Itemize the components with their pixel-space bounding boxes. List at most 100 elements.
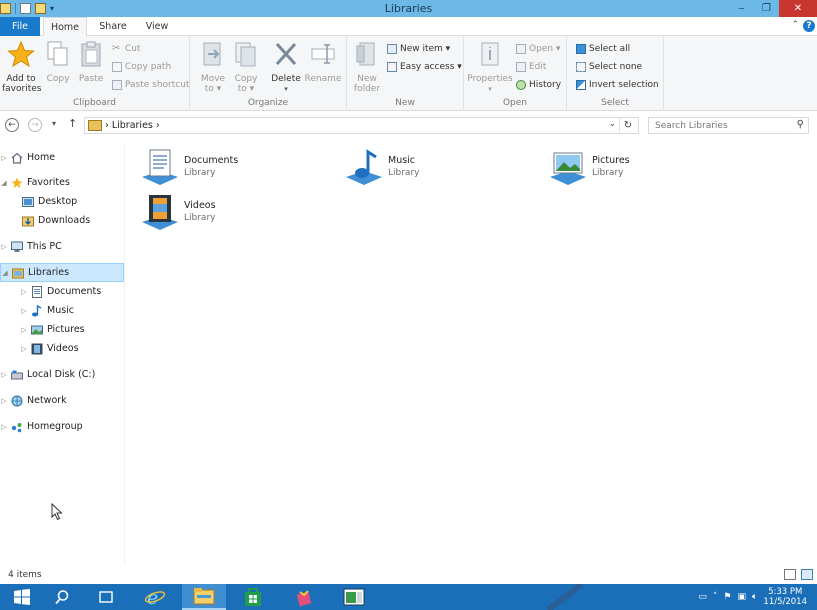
- new-folder-label-2: folder: [353, 84, 381, 94]
- library-tile-videos[interactable]: Videos Library: [128, 192, 328, 234]
- clock[interactable]: 5:33 PM 11/5/2014: [763, 587, 807, 607]
- expand-icon[interactable]: ▷: [0, 154, 8, 162]
- up-button[interactable]: ↑: [68, 117, 77, 130]
- new-folder-button[interactable]: New folder: [351, 40, 383, 94]
- nav-item-this-pc[interactable]: ▷ This PC: [0, 237, 124, 256]
- properties-button[interactable]: Properties ▾: [466, 40, 514, 94]
- address-history-dropdown[interactable]: ⌄: [608, 119, 616, 129]
- expand-icon[interactable]: ▷: [0, 371, 8, 379]
- taskbar-app-window[interactable]: [332, 584, 376, 610]
- nav-item-videos[interactable]: ▷ Videos: [0, 339, 124, 358]
- show-hidden-icons-chevron[interactable]: ˄: [713, 592, 718, 602]
- expand-icon[interactable]: ▷: [20, 307, 28, 315]
- help-icon[interactable]: ?: [803, 20, 815, 32]
- open-button[interactable]: Open ▾: [516, 42, 560, 56]
- address-bar[interactable]: › Libraries › ⌄ ↻: [84, 117, 639, 134]
- taskbar-app-gift[interactable]: [282, 584, 326, 610]
- nav-item-desktop[interactable]: Desktop: [0, 192, 124, 211]
- edit-label: Edit: [529, 62, 547, 72]
- start-button[interactable]: [0, 584, 44, 610]
- nav-label-this-pc: This PC: [27, 241, 62, 252]
- copy-button[interactable]: Copy: [43, 40, 73, 84]
- tab-view[interactable]: View: [137, 17, 177, 36]
- expand-icon[interactable]: ▷: [20, 288, 28, 296]
- clipboard-group: Add to favorites Copy Paste ✂ Cut Copy p…: [0, 36, 190, 111]
- search-icon[interactable]: ⚲: [797, 119, 804, 130]
- volume-icon[interactable]: 🔈︎: [752, 592, 757, 602]
- paste-button[interactable]: Paste: [76, 40, 106, 84]
- tab-share[interactable]: Share: [92, 17, 134, 36]
- navigation-pane: ▷ Home ◢ Favorites Desktop Downloads ▷ T…: [0, 145, 125, 565]
- search-box[interactable]: ⚲: [648, 117, 809, 134]
- maximize-button[interactable]: ❐: [754, 0, 779, 17]
- library-tile-music[interactable]: Music Library: [332, 147, 532, 189]
- collapse-icon[interactable]: ◢: [0, 179, 8, 187]
- library-tile-documents[interactable]: Documents Library: [128, 147, 328, 189]
- add-to-favorites-button[interactable]: Add to favorites: [2, 40, 41, 94]
- move-to-button[interactable]: Move to ▾: [198, 40, 228, 94]
- forward-button[interactable]: →: [28, 118, 42, 132]
- nav-item-local-disk[interactable]: ▷ Local Disk (C:): [0, 365, 124, 384]
- nav-item-documents[interactable]: ▷ Documents: [0, 282, 124, 301]
- nav-item-pictures[interactable]: ▷ Pictures: [0, 320, 124, 339]
- copy-to-button[interactable]: Copy to ▾: [231, 40, 261, 94]
- breadcrumb-libraries[interactable]: Libraries: [112, 120, 153, 131]
- keyboard-icon[interactable]: ▭: [698, 592, 707, 602]
- collapse-icon[interactable]: ◢: [1, 269, 9, 277]
- taskbar-internet-explorer[interactable]: e: [133, 584, 177, 610]
- action-center-flag-icon[interactable]: ⚑: [723, 592, 731, 602]
- nav-item-downloads[interactable]: Downloads: [0, 211, 124, 230]
- refresh-icon[interactable]: ↻: [619, 118, 636, 133]
- select-all-icon: [576, 44, 586, 54]
- nav-item-homegroup[interactable]: ▷ Homegroup: [0, 417, 124, 436]
- search-input[interactable]: [649, 118, 789, 133]
- edit-button[interactable]: Edit: [516, 60, 546, 74]
- new-item-button[interactable]: New item ▾: [387, 42, 450, 56]
- nav-item-music[interactable]: ▷ Music: [0, 301, 124, 320]
- nav-item-home[interactable]: ▷ Home: [0, 148, 124, 167]
- expand-icon[interactable]: ▷: [0, 243, 8, 251]
- cut-button[interactable]: ✂ Cut: [112, 42, 141, 56]
- nav-item-favorites[interactable]: ◢ Favorites: [0, 173, 124, 192]
- select-all-button[interactable]: Select all: [576, 42, 630, 56]
- copy-path-button[interactable]: Copy path: [112, 60, 171, 74]
- large-icons-view-icon[interactable]: [801, 569, 813, 580]
- taskbar-store[interactable]: [231, 584, 275, 610]
- taskbar-file-explorer[interactable]: [182, 584, 226, 610]
- minimize-button[interactable]: ‒: [729, 0, 754, 17]
- back-button[interactable]: ←: [5, 118, 19, 132]
- delete-button[interactable]: Delete ▾: [270, 40, 302, 94]
- close-button[interactable]: ✕: [779, 0, 817, 17]
- history-button[interactable]: History: [516, 78, 561, 92]
- recent-locations-dropdown[interactable]: ▾: [52, 119, 56, 128]
- search-taskbar-button[interactable]: [40, 584, 84, 610]
- expand-icon[interactable]: ▷: [0, 397, 8, 405]
- breadcrumb[interactable]: › Libraries ›: [105, 120, 160, 131]
- nav-label-downloads: Downloads: [38, 215, 91, 226]
- nav-label-local-disk: Local Disk (C:): [27, 369, 96, 380]
- nav-item-network[interactable]: ▷ Network: [0, 391, 124, 410]
- easy-access-button[interactable]: Easy access ▾: [387, 60, 462, 74]
- select-none-button[interactable]: Select none: [576, 60, 642, 74]
- tab-file[interactable]: File: [0, 17, 40, 36]
- paste-shortcut-button[interactable]: Paste shortcut: [112, 78, 189, 92]
- expand-icon[interactable]: ▷: [0, 423, 8, 431]
- copy-to-icon: [235, 42, 256, 67]
- invert-selection-button[interactable]: Invert selection: [576, 78, 659, 92]
- videos-library-icon: [142, 195, 178, 230]
- address-row: ← → ▾ ↑ › Libraries › ⌄ ↻ ⚲: [0, 113, 817, 137]
- film-icon: [31, 343, 43, 354]
- nav-item-libraries[interactable]: ◢ Libraries: [0, 263, 124, 282]
- network-tray-icon[interactable]: ▣: [737, 592, 746, 602]
- library-tile-pictures[interactable]: Pictures Library: [536, 147, 736, 189]
- nav-label-documents: Documents: [47, 286, 102, 297]
- new-group: New folder New item ▾ Easy access ▾ New: [347, 36, 464, 111]
- expand-ribbon-icon[interactable]: ⌃: [791, 20, 799, 30]
- tab-home[interactable]: Home: [43, 17, 87, 37]
- content-pane: Documents Library Music Library Pictures…: [126, 145, 817, 565]
- expand-icon[interactable]: ▷: [20, 326, 28, 334]
- expand-icon[interactable]: ▷: [20, 345, 28, 353]
- task-view-button[interactable]: [84, 584, 128, 610]
- rename-button[interactable]: Rename: [304, 40, 342, 84]
- details-view-icon[interactable]: [784, 569, 796, 580]
